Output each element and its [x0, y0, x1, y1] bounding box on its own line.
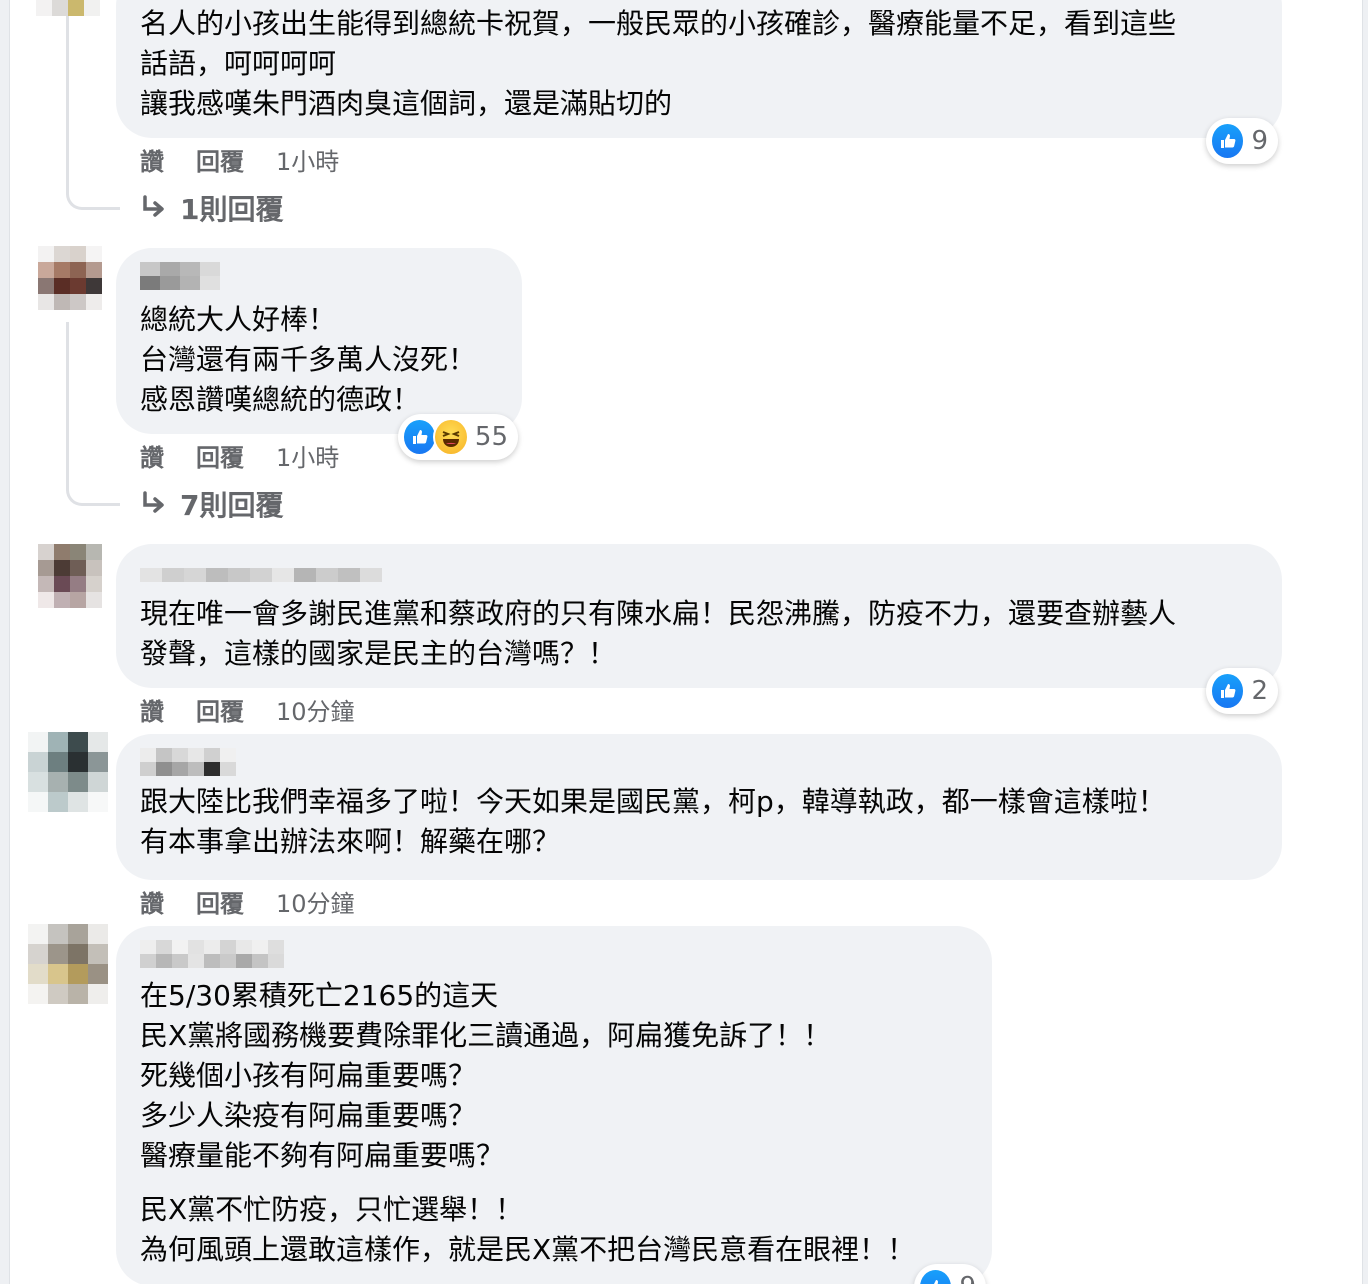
comment-text: 民X黨將國務機要費除罪化三讀通過，阿扁獲免訴了！！ [140, 1019, 832, 1052]
reaction-count: 2 [1251, 676, 1268, 706]
comment-actions: 讚 回覆 10分鐘 [140, 884, 355, 919]
view-replies-button[interactable]: 7則回覆 [140, 484, 283, 524]
window-edge-left [0, 0, 10, 1284]
like-button[interactable]: 讚 [140, 142, 164, 177]
avatar[interactable] [28, 924, 108, 1004]
thread-connector [66, 322, 120, 506]
author-name[interactable] [140, 262, 498, 292]
comment-actions: 讚 回覆 1小時 [140, 438, 339, 473]
comment-text: 名人的小孩出生能得到總統卡祝賀，一般民眾的小孩確診，醫療能量不足，看到這些 [140, 7, 1177, 40]
reply-button[interactable]: 回覆 [196, 142, 244, 177]
avatar[interactable] [38, 246, 102, 310]
comment-text: 現在唯一會多謝民進黨和蔡政府的只有陳水扁！民怨沸騰，防疫不力，還要查辦藝人 [140, 597, 1177, 630]
like-icon [402, 418, 438, 456]
author-name[interactable] [140, 562, 1258, 588]
window-edge-right [1362, 0, 1368, 1284]
comment-text: 民X黨不忙防疫，只忙選舉！！ [140, 1193, 524, 1226]
reply-button[interactable]: 回覆 [196, 692, 244, 727]
reaction-summary[interactable]: 55 [398, 414, 518, 460]
comment-bubble: 跟大陸比我們幸福多了啦！今天如果是國民黨，柯p，韓導執政，都一樣會這樣啦！ 有本… [116, 734, 1282, 880]
like-button[interactable]: 讚 [140, 884, 164, 919]
timestamp[interactable]: 1小時 [276, 438, 339, 473]
comment-actions: 讚 回覆 10分鐘 [140, 692, 355, 727]
reply-arrow-icon [143, 195, 164, 217]
comment-text: 醫療量能不夠有阿扁重要嗎？ [140, 1139, 505, 1172]
comment-bubble: 總統大人好棒！ 台灣還有兩千多萬人沒死！ 感恩讚嘆總統的德政！ [116, 248, 522, 434]
replies-label: 7則回覆 [180, 489, 284, 522]
timestamp[interactable]: 10分鐘 [276, 692, 355, 727]
reaction-count: 55 [474, 422, 508, 452]
comment-bubble: 名人的小孩出生能得到總統卡祝賀，一般民眾的小孩確診，醫療能量不足，看到這些 話語… [116, 0, 1282, 138]
avatar[interactable] [28, 732, 108, 812]
like-icon [918, 1268, 954, 1284]
avatar[interactable] [36, 0, 100, 16]
reply-button[interactable]: 回覆 [196, 438, 244, 473]
comment-bubble: 現在唯一會多謝民進黨和蔡政府的只有陳水扁！民怨沸騰，防疫不力，還要查辦藝人 發聲… [116, 544, 1282, 688]
like-icon [1210, 672, 1246, 710]
reaction-summary[interactable]: 9 [1206, 118, 1278, 164]
like-button[interactable]: 讚 [140, 438, 164, 473]
reply-arrow-icon [143, 491, 164, 513]
replies-label: 1則回覆 [180, 193, 284, 226]
author-name[interactable] [140, 940, 968, 972]
comment-text: 多少人染疫有阿扁重要嗎？ [140, 1099, 477, 1132]
reaction-summary[interactable]: 2 [1206, 668, 1278, 714]
haha-icon [433, 418, 469, 456]
reaction-count: 9 [959, 1272, 976, 1284]
reply-button[interactable]: 回覆 [196, 884, 244, 919]
comment-bubble: 在5/30累積死亡2165的這天 民X黨將國務機要費除罪化三讀通過，阿扁獲免訴了… [116, 926, 992, 1284]
comment-text: 台灣還有兩千多萬人沒死！ [140, 343, 477, 376]
reaction-summary[interactable]: 9 [914, 1264, 986, 1284]
view-replies-button[interactable]: 1則回覆 [140, 188, 283, 228]
comment-text: 話語，呵呵呵呵 [140, 47, 337, 80]
timestamp[interactable]: 10分鐘 [276, 884, 355, 919]
like-icon [1210, 122, 1246, 160]
thread-connector [66, 10, 120, 210]
comment-text: 為何風頭上還敢這樣作，就是民X黨不把台灣民意看在眼裡！！ [140, 1233, 916, 1266]
comment-text: 發聲，這樣的國家是民主的台灣嗎？！ [140, 637, 617, 670]
comment-text: 有本事拿出辦法來啊！解藥在哪？ [140, 825, 561, 858]
comment-text: 跟大陸比我們幸福多了啦！今天如果是國民黨，柯p，韓導執政，都一樣會這樣啦！ [140, 785, 1166, 818]
comment-actions: 讚 回覆 1小時 [140, 142, 339, 177]
timestamp[interactable]: 1小時 [276, 142, 339, 177]
like-button[interactable]: 讚 [140, 692, 164, 727]
comment-text: 死幾個小孩有阿扁重要嗎？ [140, 1059, 477, 1092]
comment-text: 總統大人好棒！ [140, 303, 337, 336]
comment-text: 讓我感嘆朱門酒肉臭這個詞，還是滿貼切的 [140, 87, 673, 120]
reaction-count: 9 [1251, 126, 1268, 156]
author-name[interactable] [140, 748, 1258, 778]
avatar[interactable] [38, 544, 102, 608]
comment-text: 在5/30累積死亡2165的這天 [140, 979, 499, 1012]
